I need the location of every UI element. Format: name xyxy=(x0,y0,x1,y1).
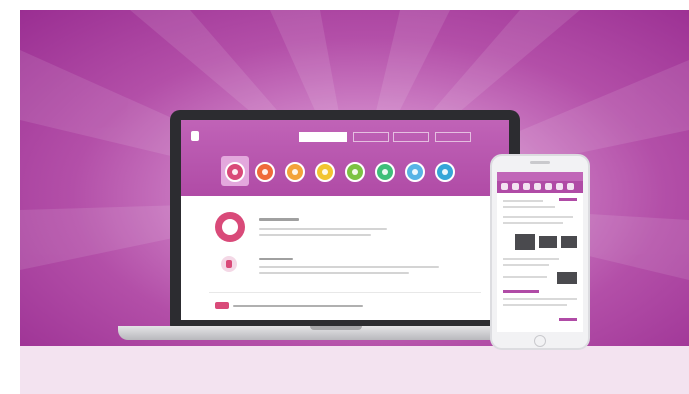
phone-home-button[interactable] xyxy=(534,335,546,347)
phone-screen xyxy=(497,172,583,332)
phone-text-line xyxy=(503,206,555,208)
floor xyxy=(20,346,689,394)
phone-image xyxy=(557,272,577,284)
phone-accent-bar xyxy=(503,290,539,293)
phone-accent-bar xyxy=(559,318,577,321)
nav-button-1[interactable] xyxy=(299,132,347,142)
phone-icon xyxy=(221,256,237,272)
phone-image xyxy=(515,234,535,250)
step-8-info-icon[interactable] xyxy=(435,162,455,182)
step-6-leaf-icon[interactable] xyxy=(375,162,395,182)
phone-text-line xyxy=(503,216,573,218)
step-5-check-icon[interactable] xyxy=(345,162,365,182)
subheading-line xyxy=(259,258,293,260)
phone-text-line xyxy=(503,264,549,266)
phone-step-3[interactable] xyxy=(523,183,530,190)
app-logo xyxy=(191,131,199,141)
phone-text-line xyxy=(503,200,543,202)
stage xyxy=(0,0,689,394)
phone-text-line xyxy=(503,304,567,306)
step-2-warning-icon[interactable] xyxy=(255,162,275,182)
phone-text-line xyxy=(503,276,547,278)
phone-image xyxy=(539,236,557,248)
phone-step-7[interactable] xyxy=(567,183,574,190)
detail-line xyxy=(259,266,439,268)
nav-button-4[interactable] xyxy=(435,132,471,142)
nav-button-3[interactable] xyxy=(393,132,429,142)
phone-app-header xyxy=(497,172,583,181)
phone-step-5[interactable] xyxy=(545,183,552,190)
phone-step-6[interactable] xyxy=(556,183,563,190)
card-icon xyxy=(215,302,229,309)
phone-step-1[interactable] xyxy=(501,183,508,190)
detail-line xyxy=(259,272,409,274)
step-4-lightbulb-icon[interactable] xyxy=(315,162,335,182)
heading-line xyxy=(259,218,299,221)
phone-step-2[interactable] xyxy=(512,183,519,190)
divider xyxy=(209,292,481,293)
laptop-notch xyxy=(310,326,362,330)
app-header xyxy=(181,120,509,196)
phone-step-4[interactable] xyxy=(534,183,541,190)
description-line xyxy=(259,228,387,230)
promo-link-line[interactable] xyxy=(233,305,363,307)
phone-image xyxy=(561,236,577,248)
nav-button-2[interactable] xyxy=(353,132,389,142)
laptop-screen xyxy=(181,120,509,320)
phone-speaker xyxy=(530,161,550,164)
phone-text-line xyxy=(503,222,563,224)
step-1-target-icon[interactable] xyxy=(225,162,245,182)
phone-accent-bar xyxy=(559,198,577,201)
description-line xyxy=(259,234,371,236)
step-3-price-tag-icon[interactable] xyxy=(285,162,305,182)
target-icon xyxy=(215,212,245,242)
step-7-water-drop-icon[interactable] xyxy=(405,162,425,182)
phone-text-line xyxy=(503,298,577,300)
phone-text-line xyxy=(503,258,559,260)
content-panel xyxy=(181,196,509,320)
